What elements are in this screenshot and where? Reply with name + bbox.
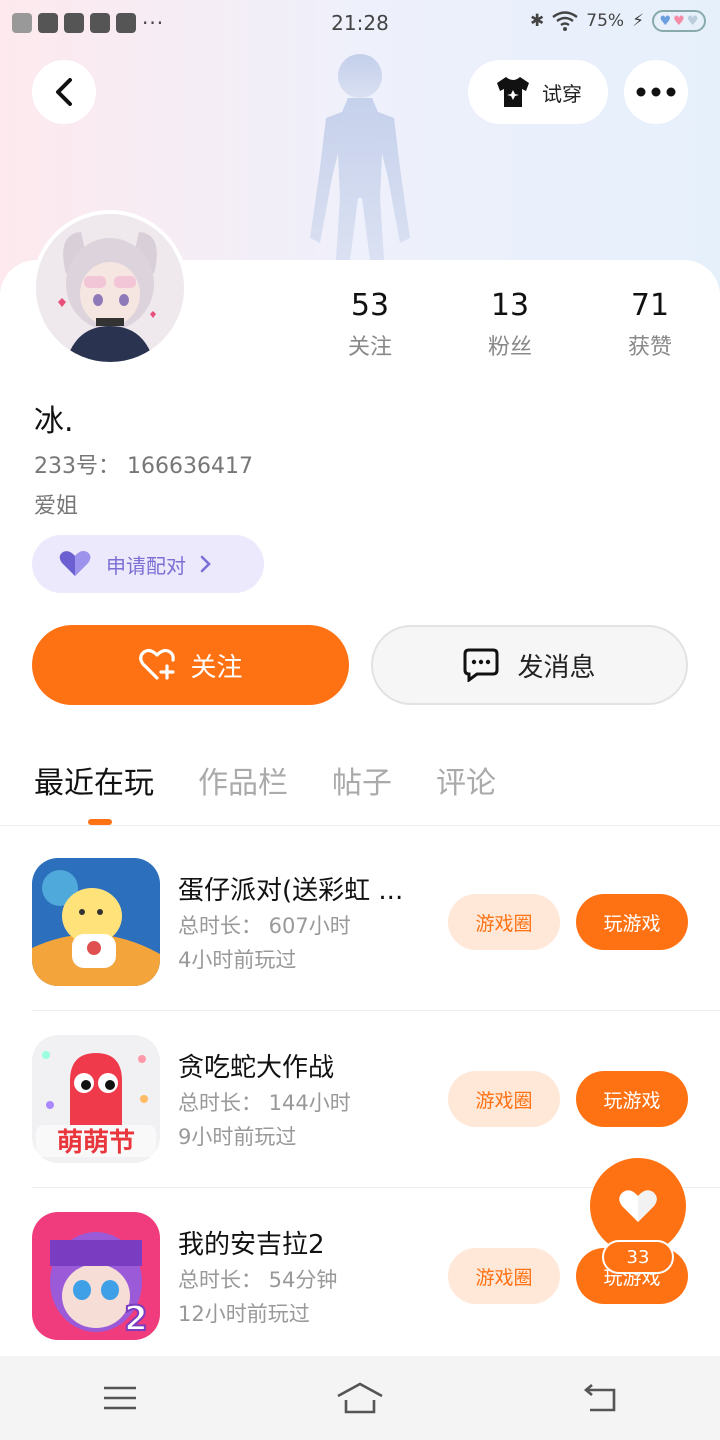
chevron-left-icon — [56, 78, 72, 106]
tabs-divider — [0, 825, 720, 826]
tab-works[interactable]: 作品栏 — [198, 758, 288, 802]
game-total-time: 总时长： 607小时 — [178, 914, 351, 938]
stat-following[interactable]: 53 关注 — [300, 288, 440, 361]
game-total-time: 总时长： 54分钟 — [178, 1268, 338, 1292]
chat-bubble-icon — [463, 648, 499, 682]
game-icon-text: 萌萌节 — [57, 1128, 135, 1158]
like-count-badge: 33 — [602, 1240, 674, 1274]
heart-plus-icon — [139, 648, 176, 680]
stat-value: 13 — [490, 288, 530, 323]
user-bio: 爱姐 — [34, 494, 79, 519]
try-on-label: 试穿 — [542, 81, 582, 106]
pair-label: 申请配对 — [106, 553, 186, 578]
avatar-image — [36, 214, 184, 362]
back-arrow-icon — [583, 1384, 616, 1412]
stat-likes[interactable]: 71 获赞 — [580, 288, 720, 361]
list-item[interactable]: 蛋仔派对(送彩虹 ... 总时长： 607小时 4小时前玩过 游戏圈 玩游戏 — [32, 858, 688, 988]
request-pair-button[interactable]: 申请配对 — [32, 535, 264, 593]
avatar-figure-image — [310, 54, 410, 260]
status-notification-icons: ··· — [12, 11, 312, 35]
game-title: 蛋仔派对(送彩虹 ... — [178, 876, 404, 906]
system-nav-bar — [0, 1356, 720, 1440]
row-divider — [32, 1010, 720, 1011]
menu-icon — [104, 1386, 136, 1410]
game-icon-text: 2 — [124, 1299, 148, 1339]
heart-icon — [619, 1190, 657, 1222]
stat-label: 关注 — [347, 335, 392, 360]
play-game-button[interactable]: 玩游戏 — [576, 894, 688, 950]
user-id: 233号： 166636417 — [34, 454, 253, 479]
game-circle-button[interactable]: 游戏圈 — [448, 1248, 560, 1304]
video-icon — [64, 13, 84, 33]
game-icon-snake: 萌萌节 — [32, 1035, 160, 1163]
heart-icon — [59, 551, 91, 576]
battery-icon: ♥ ♥ ♥ — [652, 10, 706, 32]
game-title: 我的安吉拉2 — [178, 1230, 325, 1260]
nav-home-button[interactable] — [330, 1368, 390, 1428]
message-label: 发消息 — [517, 652, 596, 683]
profile-stats: 53 关注 13 粉丝 71 获赞 — [300, 288, 720, 361]
home-icon — [337, 1382, 383, 1414]
try-on-button[interactable]: 试穿 — [468, 60, 608, 124]
chevron-right-icon — [200, 555, 211, 573]
back-button[interactable] — [32, 60, 96, 124]
nav-back-button[interactable] — [570, 1368, 630, 1428]
stat-fans[interactable]: 13 粉丝 — [440, 288, 580, 361]
charging-icon: ⚡ — [632, 11, 644, 31]
game-circle-button[interactable]: 游戏圈 — [448, 1071, 560, 1127]
status-bar: ··· 21:28 ✱ 75% ⚡ ♥ ♥ ♥ — [0, 0, 720, 46]
nav-menu-button[interactable] — [90, 1368, 150, 1428]
stat-label: 粉丝 — [487, 335, 532, 360]
list-item[interactable]: 2 我的安吉拉2 总时长： 54分钟 12小时前玩过 游戏圈 玩游戏 — [32, 1212, 688, 1342]
close-app-icon — [12, 13, 32, 33]
username: 冰. — [34, 404, 74, 439]
tab-comments[interactable]: 评论 — [436, 758, 496, 802]
game-last-played: 4小时前玩过 — [178, 948, 297, 972]
tshirt-icon — [497, 77, 529, 107]
profile-tabs: 最近在玩 作品栏 帖子 评论 — [34, 758, 496, 802]
more-options-button[interactable] — [624, 60, 688, 124]
battery-percent: 75% — [586, 11, 625, 31]
play-game-button[interactable]: 玩游戏 — [576, 1071, 688, 1127]
status-system-icons: ✱ 75% ⚡ ♥ ♥ ♥ — [530, 10, 706, 32]
send-message-button[interactable]: 发消息 — [371, 625, 688, 705]
tab-recently-played[interactable]: 最近在玩 — [34, 758, 154, 802]
tab-posts[interactable]: 帖子 — [332, 758, 392, 802]
game-icon-eggy-party — [32, 858, 160, 986]
follow-button[interactable]: 关注 — [32, 625, 349, 705]
stat-value: 71 — [630, 288, 670, 323]
game-last-played: 9小时前玩过 — [178, 1125, 297, 1149]
stat-label: 获赞 — [627, 335, 672, 360]
mail-icon — [38, 13, 58, 33]
game-icon-angela: 2 — [32, 1212, 160, 1340]
image-icon — [116, 13, 136, 33]
follow-label: 关注 — [190, 652, 243, 683]
game-last-played: 12小时前玩过 — [178, 1302, 310, 1326]
game-title: 贪吃蛇大作战 — [178, 1053, 335, 1083]
wifi-icon — [552, 11, 578, 31]
list-item[interactable]: 萌萌节 贪吃蛇大作战 总时长： 144小时 9小时前玩过 游戏圈 玩游戏 — [32, 1035, 688, 1165]
more-dots-icon — [636, 87, 676, 97]
bluetooth-icon: ✱ — [530, 11, 545, 31]
stat-value: 53 — [350, 288, 390, 323]
game-circle-button[interactable]: 游戏圈 — [448, 894, 560, 950]
more-notifications-icon: ··· — [142, 11, 165, 35]
profile-avatar[interactable] — [32, 210, 188, 366]
fan-icon — [90, 13, 110, 33]
game-total-time: 总时长： 144小时 — [178, 1091, 351, 1115]
